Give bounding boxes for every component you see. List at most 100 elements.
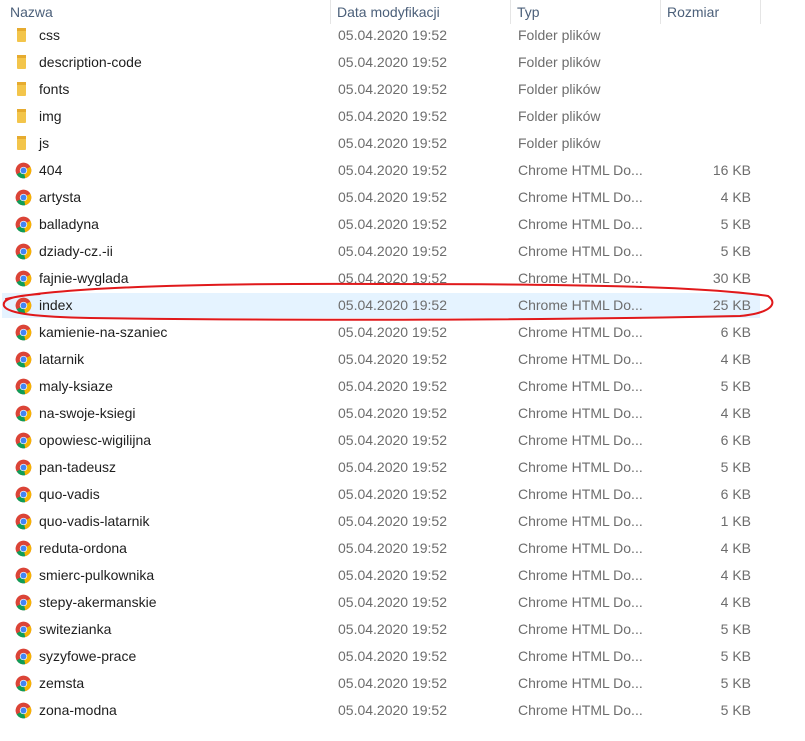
file-row[interactable]: zona-modna 05.04.2020 19:52 Chrome HTML Do… bbox=[0, 697, 805, 724]
column-header-size[interactable]: Rozmiar bbox=[661, 0, 761, 24]
file-date: 05.04.2020 19:52 bbox=[338, 567, 447, 583]
file-row[interactable]: js 05.04.2020 19:52 Folder plików bbox=[0, 130, 805, 157]
column-header-name[interactable]: Nazwa bbox=[0, 0, 331, 24]
file-date: 05.04.2020 19:52 bbox=[338, 432, 447, 448]
file-row[interactable]: switezianka 05.04.2020 19:52 Chrome HTML D… bbox=[0, 616, 805, 643]
file-row[interactable]: description-code 05.04.2020 19:52 Folder p… bbox=[0, 49, 805, 76]
file-type: Chrome HTML Do... bbox=[518, 540, 643, 556]
file-date: 05.04.2020 19:52 bbox=[338, 648, 447, 664]
file-row[interactable]: css 05.04.2020 19:52 Folder plików bbox=[0, 22, 805, 49]
chrome-icon bbox=[15, 486, 32, 503]
file-size: 5 KB bbox=[720, 216, 751, 232]
file-name: quo-vadis-latarnik bbox=[39, 513, 150, 529]
file-size: 30 KB bbox=[712, 270, 751, 286]
column-header-bar: Nazwa Data modyfikacji Typ Rozmiar bbox=[0, 0, 805, 24]
file-name: balladyna bbox=[39, 216, 99, 232]
file-row[interactable]: kamienie-na-szaniec 05.04.2020 19:52 Chrom… bbox=[0, 319, 805, 346]
file-row[interactable]: stepy-akermanskie 05.04.2020 19:52 Chrome … bbox=[0, 589, 805, 616]
file-date: 05.04.2020 19:52 bbox=[338, 486, 447, 502]
file-row[interactable]: latarnik 05.04.2020 19:52 Chrome HTML Do..… bbox=[0, 346, 805, 373]
file-size bbox=[661, 130, 751, 157]
file-date: 05.04.2020 19:52 bbox=[338, 135, 447, 151]
chrome-icon bbox=[15, 243, 32, 260]
file-type: Chrome HTML Do... bbox=[518, 378, 643, 394]
file-row[interactable]: img 05.04.2020 19:52 Folder plików bbox=[0, 103, 805, 130]
file-size: 6 KB bbox=[720, 486, 751, 502]
file-row[interactable]: fajnie-wyglada 05.04.2020 19:52 Chrome HTM… bbox=[0, 265, 805, 292]
file-row-selected[interactable]: index 05.04.2020 19:52 Chrome HTML Do... 25… bbox=[0, 292, 805, 319]
column-header-type[interactable]: Typ bbox=[511, 0, 661, 24]
file-date: 05.04.2020 19:52 bbox=[338, 216, 447, 232]
file-size: 5 KB bbox=[720, 378, 751, 394]
file-type: Chrome HTML Do... bbox=[518, 351, 643, 367]
file-name: fonts bbox=[39, 81, 70, 97]
file-size: 5 KB bbox=[720, 648, 751, 664]
file-date: 05.04.2020 19:52 bbox=[338, 405, 447, 421]
file-row[interactable]: 404 05.04.2020 19:52 Chrome HTML Do... 16 K… bbox=[0, 157, 805, 184]
file-size bbox=[661, 76, 751, 103]
file-row[interactable]: pan-tadeusz 05.04.2020 19:52 Chrome HTML D… bbox=[0, 454, 805, 481]
chrome-icon bbox=[15, 675, 32, 692]
file-size: 5 KB bbox=[720, 621, 751, 637]
file-name: kamienie-na-szaniec bbox=[39, 324, 168, 340]
file-row[interactable]: artysta 05.04.2020 19:52 Chrome HTML Do...… bbox=[0, 184, 805, 211]
file-size: 5 KB bbox=[720, 702, 751, 718]
file-size: 6 KB bbox=[720, 324, 751, 340]
file-name: artysta bbox=[39, 189, 82, 205]
file-size: 5 KB bbox=[720, 675, 751, 691]
file-size: 16 KB bbox=[712, 162, 751, 178]
file-type: Folder plików bbox=[518, 54, 601, 70]
file-name: index bbox=[39, 297, 73, 313]
file-row[interactable]: zemsta 05.04.2020 19:52 Chrome HTML Do... 5… bbox=[0, 670, 805, 697]
file-name: latarnik bbox=[39, 351, 85, 367]
file-size bbox=[661, 103, 751, 130]
file-date: 05.04.2020 19:52 bbox=[338, 513, 447, 529]
chrome-icon bbox=[15, 567, 32, 584]
file-name: switezianka bbox=[39, 621, 112, 637]
file-date: 05.04.2020 19:52 bbox=[338, 675, 447, 691]
file-row[interactable]: syzyfowe-prace 05.04.2020 19:52 Chrome HTM… bbox=[0, 643, 805, 670]
file-date: 05.04.2020 19:52 bbox=[338, 108, 447, 124]
file-name: na-swoje-ksiegi bbox=[39, 405, 136, 421]
file-type: Chrome HTML Do... bbox=[518, 513, 643, 529]
chrome-icon bbox=[15, 405, 32, 422]
file-row[interactable]: quo-vadis 05.04.2020 19:52 Chrome HTML Do.… bbox=[0, 481, 805, 508]
file-type: Chrome HTML Do... bbox=[518, 459, 643, 475]
file-row[interactable]: reduta-ordona 05.04.2020 19:52 Chrome HTML… bbox=[0, 535, 805, 562]
file-row[interactable]: balladyna 05.04.2020 19:52 Chrome HTML Do.… bbox=[0, 211, 805, 238]
file-name: img bbox=[39, 108, 62, 124]
folder-icon bbox=[17, 82, 26, 96]
chrome-icon bbox=[15, 594, 32, 611]
file-type: Chrome HTML Do... bbox=[518, 567, 643, 583]
file-row[interactable]: maly-ksiaze 05.04.2020 19:52 Chrome HTML D… bbox=[0, 373, 805, 400]
file-date: 05.04.2020 19:52 bbox=[338, 27, 447, 43]
file-name: description-code bbox=[39, 54, 142, 70]
file-name: maly-ksiaze bbox=[39, 378, 113, 394]
folder-icon bbox=[17, 28, 26, 42]
file-type: Folder plików bbox=[518, 108, 601, 124]
file-type: Folder plików bbox=[518, 135, 601, 151]
file-date: 05.04.2020 19:52 bbox=[338, 81, 447, 97]
file-name: quo-vadis bbox=[39, 486, 100, 502]
file-row[interactable]: opowiesc-wigilijna 05.04.2020 19:52 Chrome… bbox=[0, 427, 805, 454]
file-type: Chrome HTML Do... bbox=[518, 621, 643, 637]
file-date: 05.04.2020 19:52 bbox=[338, 162, 447, 178]
file-type: Chrome HTML Do... bbox=[518, 675, 643, 691]
file-type: Chrome HTML Do... bbox=[518, 432, 643, 448]
file-row[interactable]: na-swoje-ksiegi 05.04.2020 19:52 Chrome HT… bbox=[0, 400, 805, 427]
chrome-icon bbox=[15, 216, 32, 233]
file-row[interactable]: smierc-pulkownika 05.04.2020 19:52 Chrome … bbox=[0, 562, 805, 589]
file-type: Chrome HTML Do... bbox=[518, 189, 643, 205]
file-type: Chrome HTML Do... bbox=[518, 216, 643, 232]
file-date: 05.04.2020 19:52 bbox=[338, 297, 447, 313]
column-header-date[interactable]: Data modyfikacji bbox=[331, 0, 511, 24]
file-name: zona-modna bbox=[39, 702, 117, 718]
chrome-icon bbox=[15, 702, 32, 719]
file-size: 4 KB bbox=[720, 594, 751, 610]
file-date: 05.04.2020 19:52 bbox=[338, 702, 447, 718]
file-row[interactable]: quo-vadis-latarnik 05.04.2020 19:52 Chrome… bbox=[0, 508, 805, 535]
file-row[interactable]: fonts 05.04.2020 19:52 Folder plików bbox=[0, 76, 805, 103]
file-size: 4 KB bbox=[720, 351, 751, 367]
chrome-icon bbox=[15, 297, 32, 314]
file-row[interactable]: dziady-cz.-ii 05.04.2020 19:52 Chrome HTML… bbox=[0, 238, 805, 265]
